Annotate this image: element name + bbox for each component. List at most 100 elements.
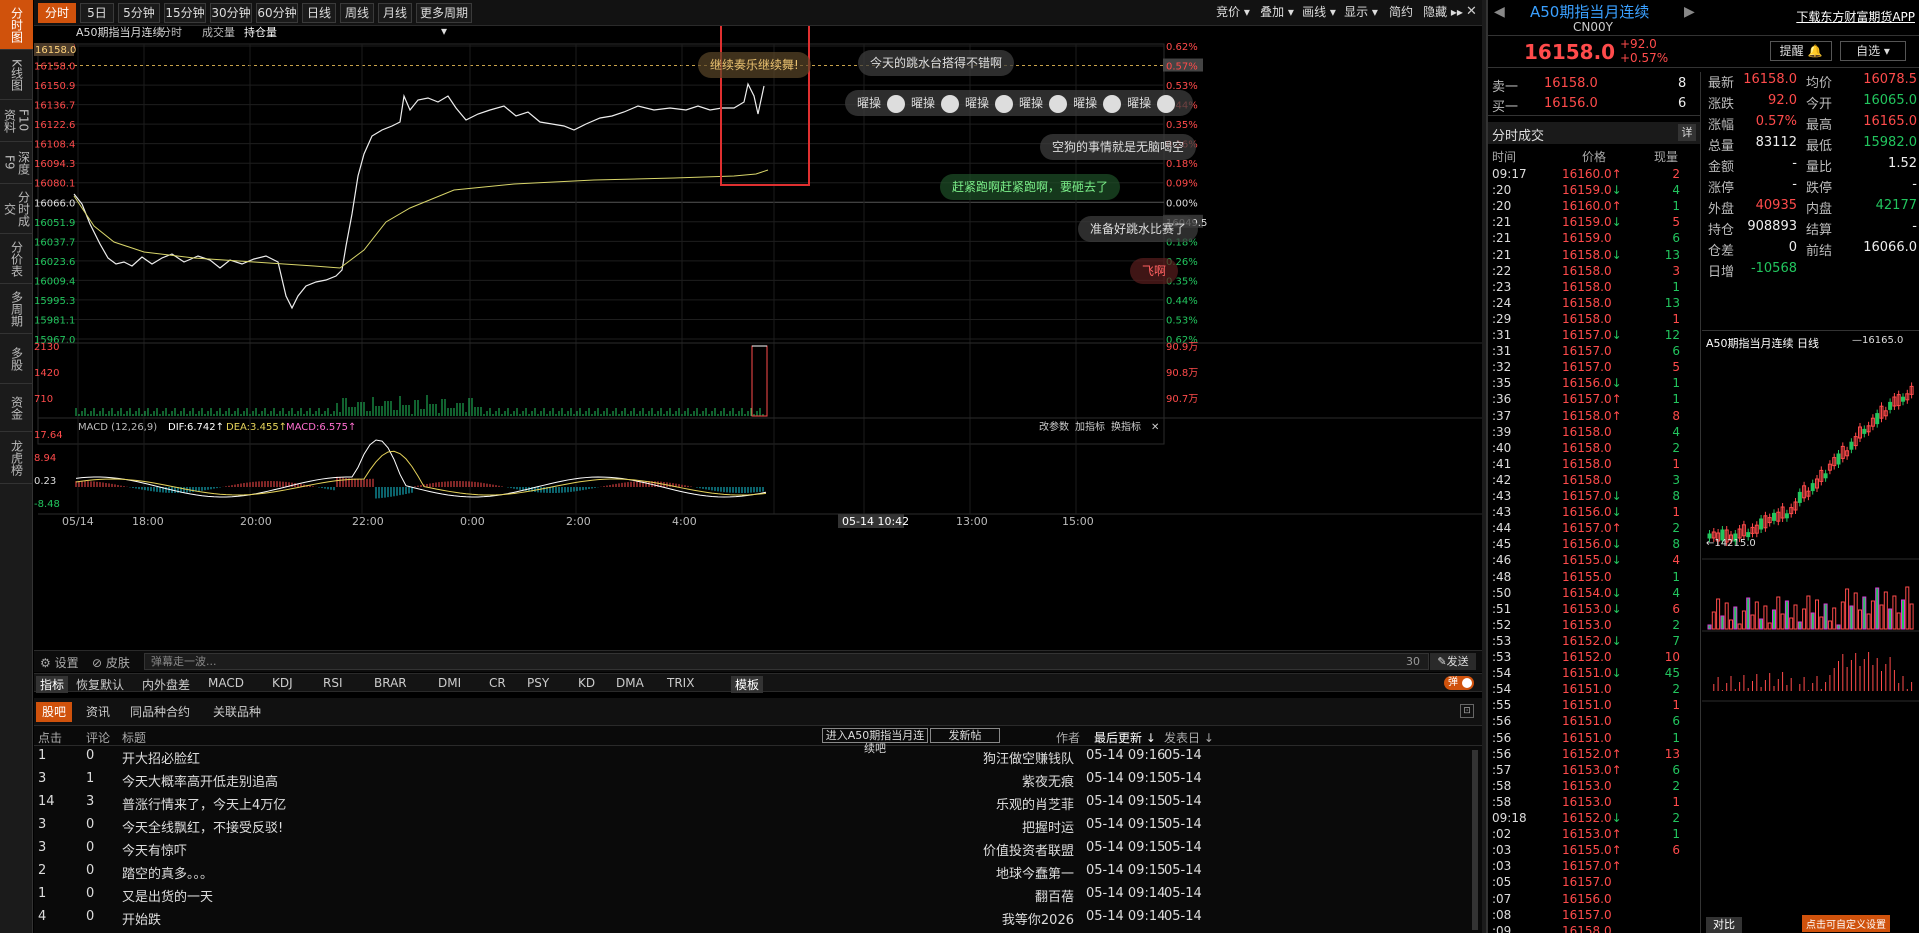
intraday-chart[interactable]: A50期指当月连续分时成交量持仓量16165.00.62%16158.00.57… (34, 19, 1482, 656)
indicator-8[interactable]: CR (489, 676, 506, 690)
news-row[interactable]: 1 0 又是出货的一天 翻百蓓 05-14 09:14 05-14 (34, 884, 1474, 905)
news-scrollbar[interactable] (1472, 750, 1478, 930)
col-author[interactable]: 作者 (1056, 729, 1080, 746)
danmaku-input[interactable]: 弹幕走一波... (144, 653, 1429, 670)
news-title[interactable]: 普涨行情来了，今天上4万亿 (122, 794, 286, 813)
expand-icon[interactable]: ⊡ (1460, 704, 1474, 718)
left-nav-item-1[interactable]: K线图 (0, 50, 33, 100)
period-button-2[interactable]: 5分钟 (118, 3, 160, 23)
ticks-detail-button[interactable]: 详 (1678, 124, 1696, 141)
send-button[interactable]: ✎发送 (1430, 653, 1476, 670)
left-nav-item-0[interactable]: 分时图 (0, 0, 33, 50)
news-author[interactable]: 把握时运 (1022, 817, 1074, 836)
enter-forum-button[interactable]: 进入A50期指当月连续吧 (822, 728, 928, 755)
col-clicks[interactable]: 点击 (38, 729, 62, 746)
news-author[interactable]: 地球今蠢第一 (996, 863, 1074, 882)
download-app-link[interactable]: 下载东方财富期货APP (1796, 8, 1915, 25)
indicator-13[interactable]: 模板 (731, 676, 764, 693)
indicator-3[interactable]: MACD (208, 676, 244, 690)
remind-button[interactable]: 提醒 🔔 (1770, 41, 1832, 61)
period-button-9[interactable]: 更多周期 ▾ (416, 3, 472, 38)
skin-button[interactable]: ⊘ 皮肤 (92, 654, 130, 671)
left-nav-item-4[interactable]: 分时成交 (0, 184, 33, 234)
new-post-button[interactable]: 发新帖 (930, 728, 1000, 743)
news-author[interactable]: 紫夜无痕 (1022, 771, 1074, 790)
indicator-12[interactable]: TRIX (667, 676, 694, 690)
chart-canvas[interactable]: A50期指当月连续分时成交量持仓量16165.00.62%16158.00.57… (34, 19, 1482, 656)
indicator-1[interactable]: 恢复默认 (76, 676, 124, 693)
indicator-2[interactable]: 内外盘差 (142, 676, 190, 693)
period-button-8[interactable]: 月线 (378, 3, 412, 23)
next-arrow-icon[interactable]: ▶ (1684, 4, 1695, 20)
watchlist-button[interactable]: 自选 ▾ (1840, 41, 1906, 61)
col-title[interactable]: 标题 (122, 729, 146, 746)
news-title[interactable]: 又是出货的一天 (122, 886, 213, 905)
period-button-1[interactable]: 5日 (80, 3, 114, 23)
macd-action-2[interactable]: 换指标 (1111, 420, 1141, 433)
indicator-11[interactable]: DMA (616, 676, 644, 690)
news-tab-2[interactable]: 同品种合约 (124, 702, 196, 722)
period-button-7[interactable]: 周线 (340, 3, 374, 23)
news-title[interactable]: 今天有惊吓 (122, 840, 187, 859)
indicator-4[interactable]: KDJ (272, 676, 293, 690)
indicator-9[interactable]: PSY (527, 676, 549, 690)
chart-tab-0[interactable]: 分时 (160, 26, 182, 39)
period-button-4[interactable]: 30分钟 (210, 3, 252, 23)
toolbar-right-button-2[interactable]: 画线 ▾ (1302, 3, 1336, 23)
chart-tab-2[interactable]: 持仓量 (244, 25, 277, 39)
left-nav-item-9[interactable]: 龙虎榜 (0, 432, 33, 484)
left-nav-item-5[interactable]: 分价表 (0, 234, 33, 284)
daily-kline-canvas[interactable]: —16165.0 ←14215.0 (1702, 331, 1919, 933)
left-nav-item-6[interactable]: 多周期 (0, 284, 33, 334)
news-row[interactable]: 1 0 开大招必脸红 狗汪做空赚钱队 05-14 09:16 05-14 (34, 746, 1474, 767)
daily-kline-panel[interactable]: A50期指当月连续 日线 —16165.0 ←14215.0 对比 点击可自定义设… (1702, 330, 1919, 933)
news-author[interactable]: 翻百蓓 (1035, 886, 1074, 905)
news-row[interactable]: 3 1 今天大概率高开低走别追高 紫夜无痕 05-14 09:15 05-14 (34, 769, 1474, 790)
news-tab-0[interactable]: 股吧 (36, 702, 73, 722)
news-row[interactable]: 14 3 普涨行情来了，今天上4万亿 乐观的肖芝菲 05-14 09:15 05-14 (34, 792, 1474, 813)
close-icon[interactable]: ✕ (1466, 4, 1477, 19)
indicator-10[interactable]: KD (578, 676, 595, 690)
period-button-3[interactable]: 15分钟 (164, 3, 206, 23)
news-author[interactable]: 我等你2026 (1002, 909, 1074, 928)
left-nav-item-2[interactable]: F10资料 (0, 100, 33, 142)
news-title[interactable]: 今天大概率高开低走别追高 (122, 771, 278, 790)
chart-tab-1[interactable]: 成交量 (202, 25, 235, 39)
news-title[interactable]: 开始跌 (122, 909, 161, 928)
macd-close-icon[interactable]: ✕ (1151, 422, 1159, 433)
toolbar-right-button-5[interactable]: 隐藏 ▸▸ (1422, 3, 1464, 23)
news-title[interactable]: 今天全线飘红，不接受反驳! (122, 817, 283, 836)
period-button-5[interactable]: 60分钟 (256, 3, 298, 23)
col-posted[interactable]: 发表日 ↓ (1164, 729, 1214, 746)
toolbar-right-button-3[interactable]: 显示 ▾ (1342, 3, 1380, 23)
period-button-0[interactable]: 分时 (38, 3, 76, 23)
news-row[interactable]: 3 0 今天全线飘红，不接受反驳! 把握时运 05-14 09:15 05-14 (34, 815, 1474, 836)
indicator-7[interactable]: DMI (438, 676, 461, 690)
news-row[interactable]: 4 0 开始跌 我等你2026 05-14 09:14 05-14 (34, 907, 1474, 928)
news-author[interactable]: 价值投资者联盟 (983, 840, 1074, 859)
prev-arrow-icon[interactable]: ◀ (1494, 4, 1505, 20)
indicator-0[interactable]: 指标 (36, 676, 69, 693)
toolbar-right-button-1[interactable]: 叠加 ▾ (1258, 3, 1296, 23)
news-title[interactable]: 踏空的真多。。。 (122, 863, 213, 882)
indicator-6[interactable]: BRAR (374, 676, 407, 690)
macd-action-0[interactable]: 改参数 (1039, 420, 1069, 433)
toolbar-right-button-4[interactable]: 简约 (1386, 3, 1416, 23)
indicator-5[interactable]: RSI (323, 676, 343, 690)
left-nav-item-8[interactable]: 资金 (0, 384, 33, 432)
news-tab-1[interactable]: 资讯 (80, 702, 116, 722)
settings-button[interactable]: ⚙ 设置 (40, 654, 79, 671)
news-row[interactable]: 3 0 今天有惊吓 价值投资者联盟 05-14 09:15 05-14 (34, 838, 1474, 859)
news-tab-3[interactable]: 关联品种 (207, 702, 267, 722)
left-nav-item-3[interactable]: 深度F9 (0, 142, 33, 184)
macd-action-1[interactable]: 加指标 (1075, 420, 1105, 433)
news-title[interactable]: 开大招必脸红 (122, 748, 200, 767)
danmaku-toggle[interactable]: 弹 (1444, 676, 1474, 690)
news-author[interactable]: 狗汪做空赚钱队 (983, 748, 1074, 767)
col-comments[interactable]: 评论 (86, 729, 110, 746)
customize-tip[interactable]: 点击可自定义设置 (1802, 915, 1890, 932)
news-row[interactable]: 2 0 踏空的真多。。。 地球今蠢第一 05-14 09:15 05-14 (34, 861, 1474, 882)
period-button-6[interactable]: 日线 (302, 3, 336, 23)
left-nav-item-7[interactable]: 多股 (0, 334, 33, 384)
news-author[interactable]: 乐观的肖芝菲 (996, 794, 1074, 813)
